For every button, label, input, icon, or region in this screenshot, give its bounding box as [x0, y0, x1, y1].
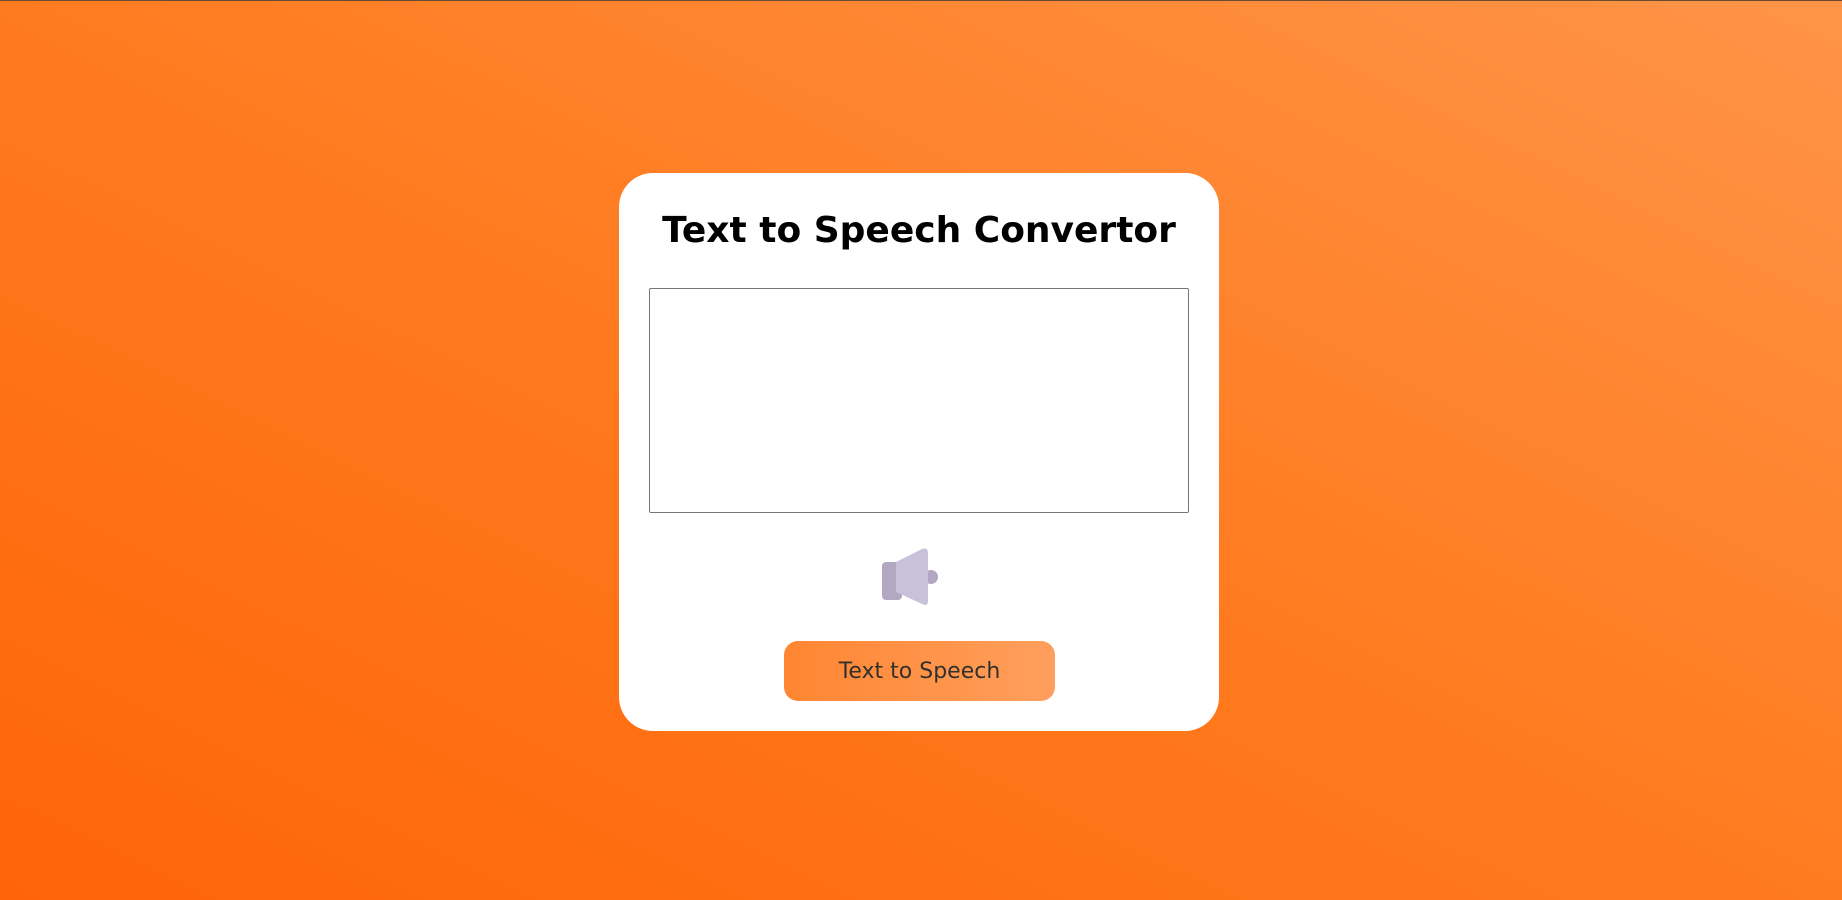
text-to-speech-button[interactable]: Text to Speech — [784, 641, 1055, 701]
converter-card: Text to Speech Convertor Text to Speech — [619, 173, 1219, 731]
text-input[interactable] — [649, 288, 1189, 513]
top-border — [0, 0, 1842, 1]
page-title: Text to Speech Convertor — [662, 210, 1176, 251]
speaker-icon[interactable] — [881, 546, 941, 608]
